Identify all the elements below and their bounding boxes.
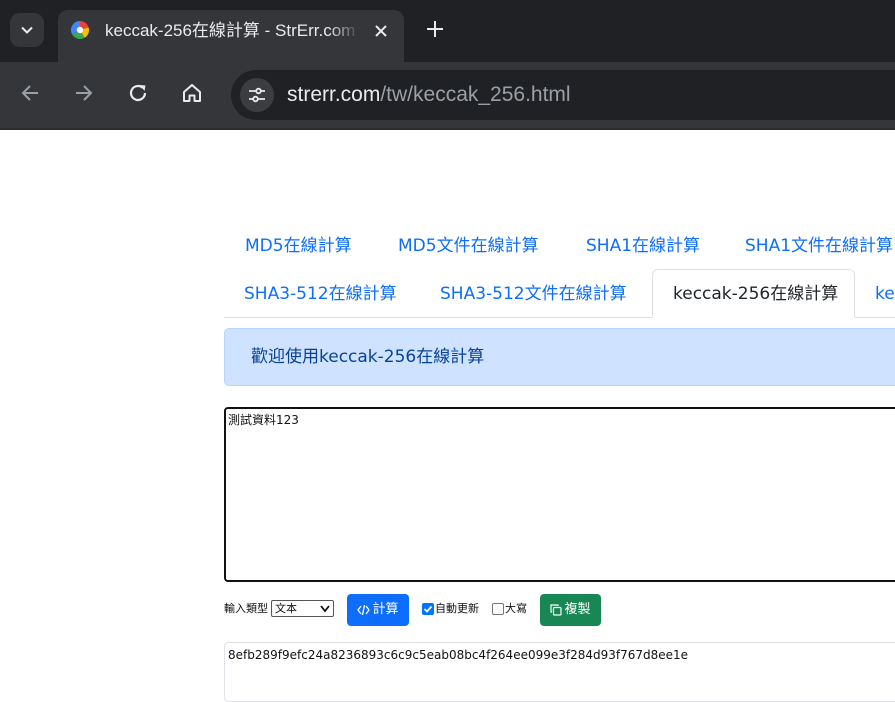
reload-icon	[129, 84, 147, 102]
tab-search-button[interactable]	[10, 13, 44, 47]
input-value: 測試資料123	[228, 413, 299, 427]
code-icon	[357, 604, 371, 616]
uppercase-checkbox[interactable]	[492, 603, 504, 615]
compute-button[interactable]: 計算	[347, 594, 409, 626]
nav-tabs: MD5在線計算 MD5文件在線計算 SHA1在線計算 SHA1文件在線計算 SH…	[224, 222, 895, 318]
check-icon	[423, 605, 433, 613]
compute-label: 計算	[372, 602, 399, 617]
forward-button[interactable]	[68, 77, 100, 109]
nav-link-sha1[interactable]: SHA1在線計算	[586, 222, 700, 270]
tab-title: keccak-256在線計算 - StrErr.com	[105, 21, 356, 40]
output-value: 8efb289f9efc24a8236893c6c9c5eab08bc4f264…	[228, 648, 689, 662]
address-bar[interactable]: strerr.com/tw/keccak_256.html	[231, 70, 895, 120]
browser-toolbar: strerr.com/tw/keccak_256.html	[0, 62, 895, 128]
close-icon	[375, 25, 387, 37]
tab-close-button[interactable]	[370, 20, 392, 42]
url-path: /tw/keccak_256.html	[380, 83, 571, 106]
tune-icon	[249, 87, 265, 103]
site-info-button[interactable]	[240, 78, 274, 112]
plus-icon	[427, 21, 443, 37]
reload-button[interactable]	[122, 77, 154, 109]
chevron-down-icon	[21, 26, 33, 34]
chevron-down-icon	[320, 605, 330, 613]
browser-tab-active[interactable]: keccak-256在線計算 - StrErr.com	[58, 10, 404, 62]
arrow-right-icon	[76, 85, 93, 101]
input-type-selected: 文本	[275, 602, 297, 615]
welcome-alert: 歡迎使用keccak-256在線計算	[224, 328, 895, 386]
nav-link-keccak-256[interactable]: keccak-256在線計算	[652, 269, 855, 318]
welcome-text: 歡迎使用keccak-256在線計算	[251, 347, 485, 367]
back-button[interactable]	[14, 77, 46, 109]
nav-link-sha1-file[interactable]: SHA1文件在線計算	[745, 222, 893, 270]
output-textarea[interactable]: 8efb289f9efc24a8236893c6c9c5eab08bc4f264…	[224, 642, 895, 702]
copy-label: 複製	[564, 602, 591, 617]
nav-link-md5[interactable]: MD5在線計算	[245, 222, 352, 270]
nav-link-sha3-512[interactable]: SHA3-512在線計算	[244, 270, 397, 318]
controls-row: 輸入類型 文本 計算 自動更新 大寫 複製	[224, 594, 895, 626]
nav-link-sha3-512-file[interactable]: SHA3-512文件在線計算	[440, 270, 627, 318]
url-host: strerr.com	[287, 83, 381, 106]
copy-button[interactable]: 複製	[540, 594, 601, 626]
url-text: strerr.com/tw/keccak_256.html	[287, 81, 571, 109]
tab-title-fade	[328, 16, 360, 46]
home-icon	[183, 84, 201, 102]
arrow-left-icon	[21, 85, 38, 101]
input-textarea[interactable]: 測試資料123	[224, 407, 895, 582]
uppercase-label: 大寫	[505, 602, 527, 615]
strerr-favicon-icon	[70, 20, 89, 40]
auto-update-label: 自動更新	[435, 602, 479, 615]
copy-icon	[550, 604, 563, 616]
auto-update-checkbox[interactable]	[422, 603, 434, 615]
home-button[interactable]	[176, 77, 208, 109]
chrome-bottom-border	[0, 128, 895, 130]
nav-link-next[interactable]: ke	[875, 270, 895, 318]
input-type-select[interactable]: 文本	[271, 600, 334, 617]
nav-link-md5-file[interactable]: MD5文件在線計算	[398, 222, 539, 270]
new-tab-button[interactable]	[420, 14, 450, 44]
input-type-label: 輸入類型	[224, 602, 268, 615]
browser-tab-strip: keccak-256在線計算 - StrErr.com	[0, 0, 895, 62]
